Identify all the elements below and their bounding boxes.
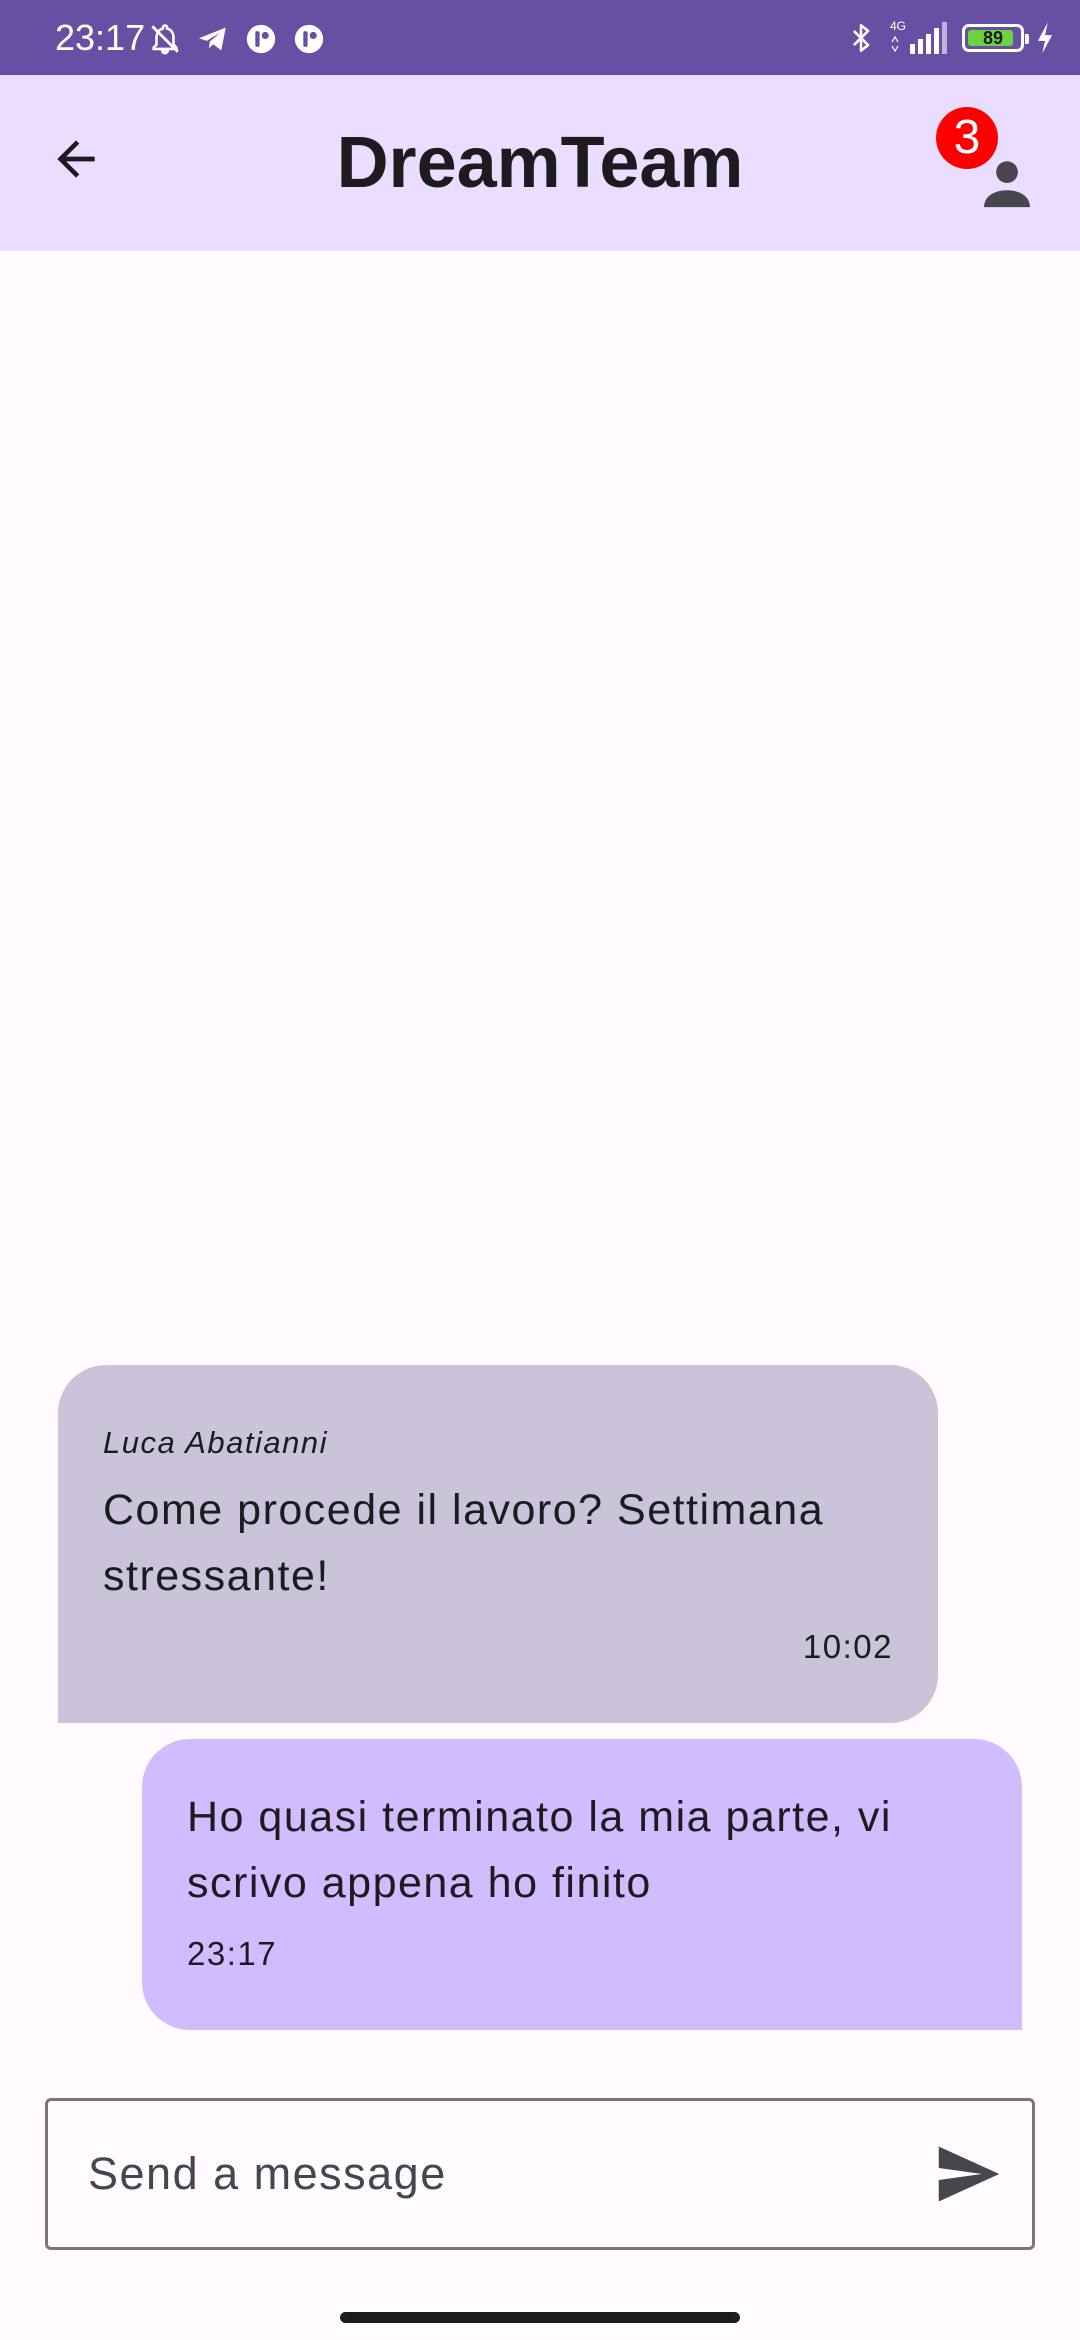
message-composer [45, 2098, 1035, 2250]
message-bubble-received[interactable]: Luca Abatianni Come procede il lavoro? S… [58, 1365, 938, 1723]
bluetooth-icon [853, 23, 870, 53]
telegram-icon [198, 27, 226, 51]
members-button[interactable]: 3 [930, 99, 1040, 229]
battery-icon: 89 [962, 24, 1029, 52]
battery-level: 89 [982, 28, 1004, 48]
message-time: 23:17 [187, 1935, 278, 1972]
app-bar: DreamTeam 3 [0, 75, 1080, 251]
charging-icon [1037, 22, 1053, 54]
status-bar: 23:17 4G 89 [0, 0, 1080, 75]
status-time: 23:17 [55, 17, 146, 58]
home-indicator[interactable] [340, 2312, 740, 2323]
message-sender: Luca Abatianni [103, 1425, 328, 1460]
message-text: Ho quasi terminato la mia parte, vi scri… [187, 1793, 892, 1907]
bell-off-icon [151, 24, 179, 55]
message-bubble-sent[interactable]: Ho quasi terminato la mia parte, vi scri… [142, 1739, 1022, 2030]
chat-title: DreamTeam [336, 123, 744, 203]
signal-icon: 4G [890, 19, 947, 54]
members-count-badge: 3 [936, 107, 998, 169]
send-button[interactable] [936, 2143, 1002, 2205]
system-icons: 4G 89 [844, 18, 1056, 58]
notification-icons [148, 22, 326, 56]
send-icon [938, 2146, 1000, 2202]
message-input[interactable] [88, 2101, 908, 2247]
person-icon [984, 161, 1030, 208]
app-notification-icon [246, 24, 276, 54]
network-type-label: 4G [890, 19, 906, 33]
message-time: 10:02 [802, 1628, 893, 1665]
app-notification-icon [294, 24, 324, 54]
message-text: Come procede il lavoro? Settimana stress… [103, 1486, 825, 1600]
